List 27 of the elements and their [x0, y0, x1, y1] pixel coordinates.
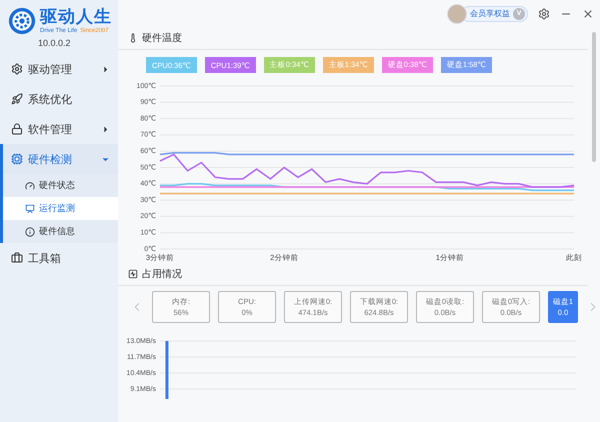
rate-bar	[165, 341, 168, 399]
sidebar-item[interactable]: 软件管理	[0, 114, 118, 144]
settings-icon[interactable]	[538, 8, 550, 20]
thermometer-icon	[128, 33, 138, 43]
chip-icon	[11, 153, 23, 165]
section-title: 硬件温度	[142, 32, 182, 45]
sidebar-item[interactable]: 驱动管理	[0, 54, 118, 84]
toolbox-icon	[11, 252, 23, 264]
lock-icon	[11, 123, 23, 135]
sidebar-subitem[interactable]: 运行监测	[0, 197, 118, 220]
sidebar-subitem[interactable]: 硬件状态	[0, 174, 118, 197]
scrollbar[interactable]	[592, 32, 596, 162]
section-title: 占用情况	[142, 268, 182, 281]
sidebar-subitem[interactable]: 硬件信息	[0, 220, 118, 243]
sidebar-item[interactable]: 硬件检测	[0, 144, 118, 174]
app-version: 10.0.0.2	[37, 38, 72, 48]
activity-icon	[128, 269, 138, 279]
logo-icon	[8, 7, 36, 35]
rocket-icon	[11, 93, 23, 105]
sidebar-item[interactable]: 系统优化	[0, 84, 118, 114]
close-icon[interactable]	[582, 8, 594, 20]
info-icon	[25, 226, 35, 236]
app-name: 驱动人生	[40, 6, 112, 27]
settings-icon	[11, 63, 23, 75]
gauge-icon	[25, 180, 35, 190]
sidebar-item[interactable]: 工具箱	[0, 243, 118, 273]
avatar[interactable]	[447, 4, 467, 24]
